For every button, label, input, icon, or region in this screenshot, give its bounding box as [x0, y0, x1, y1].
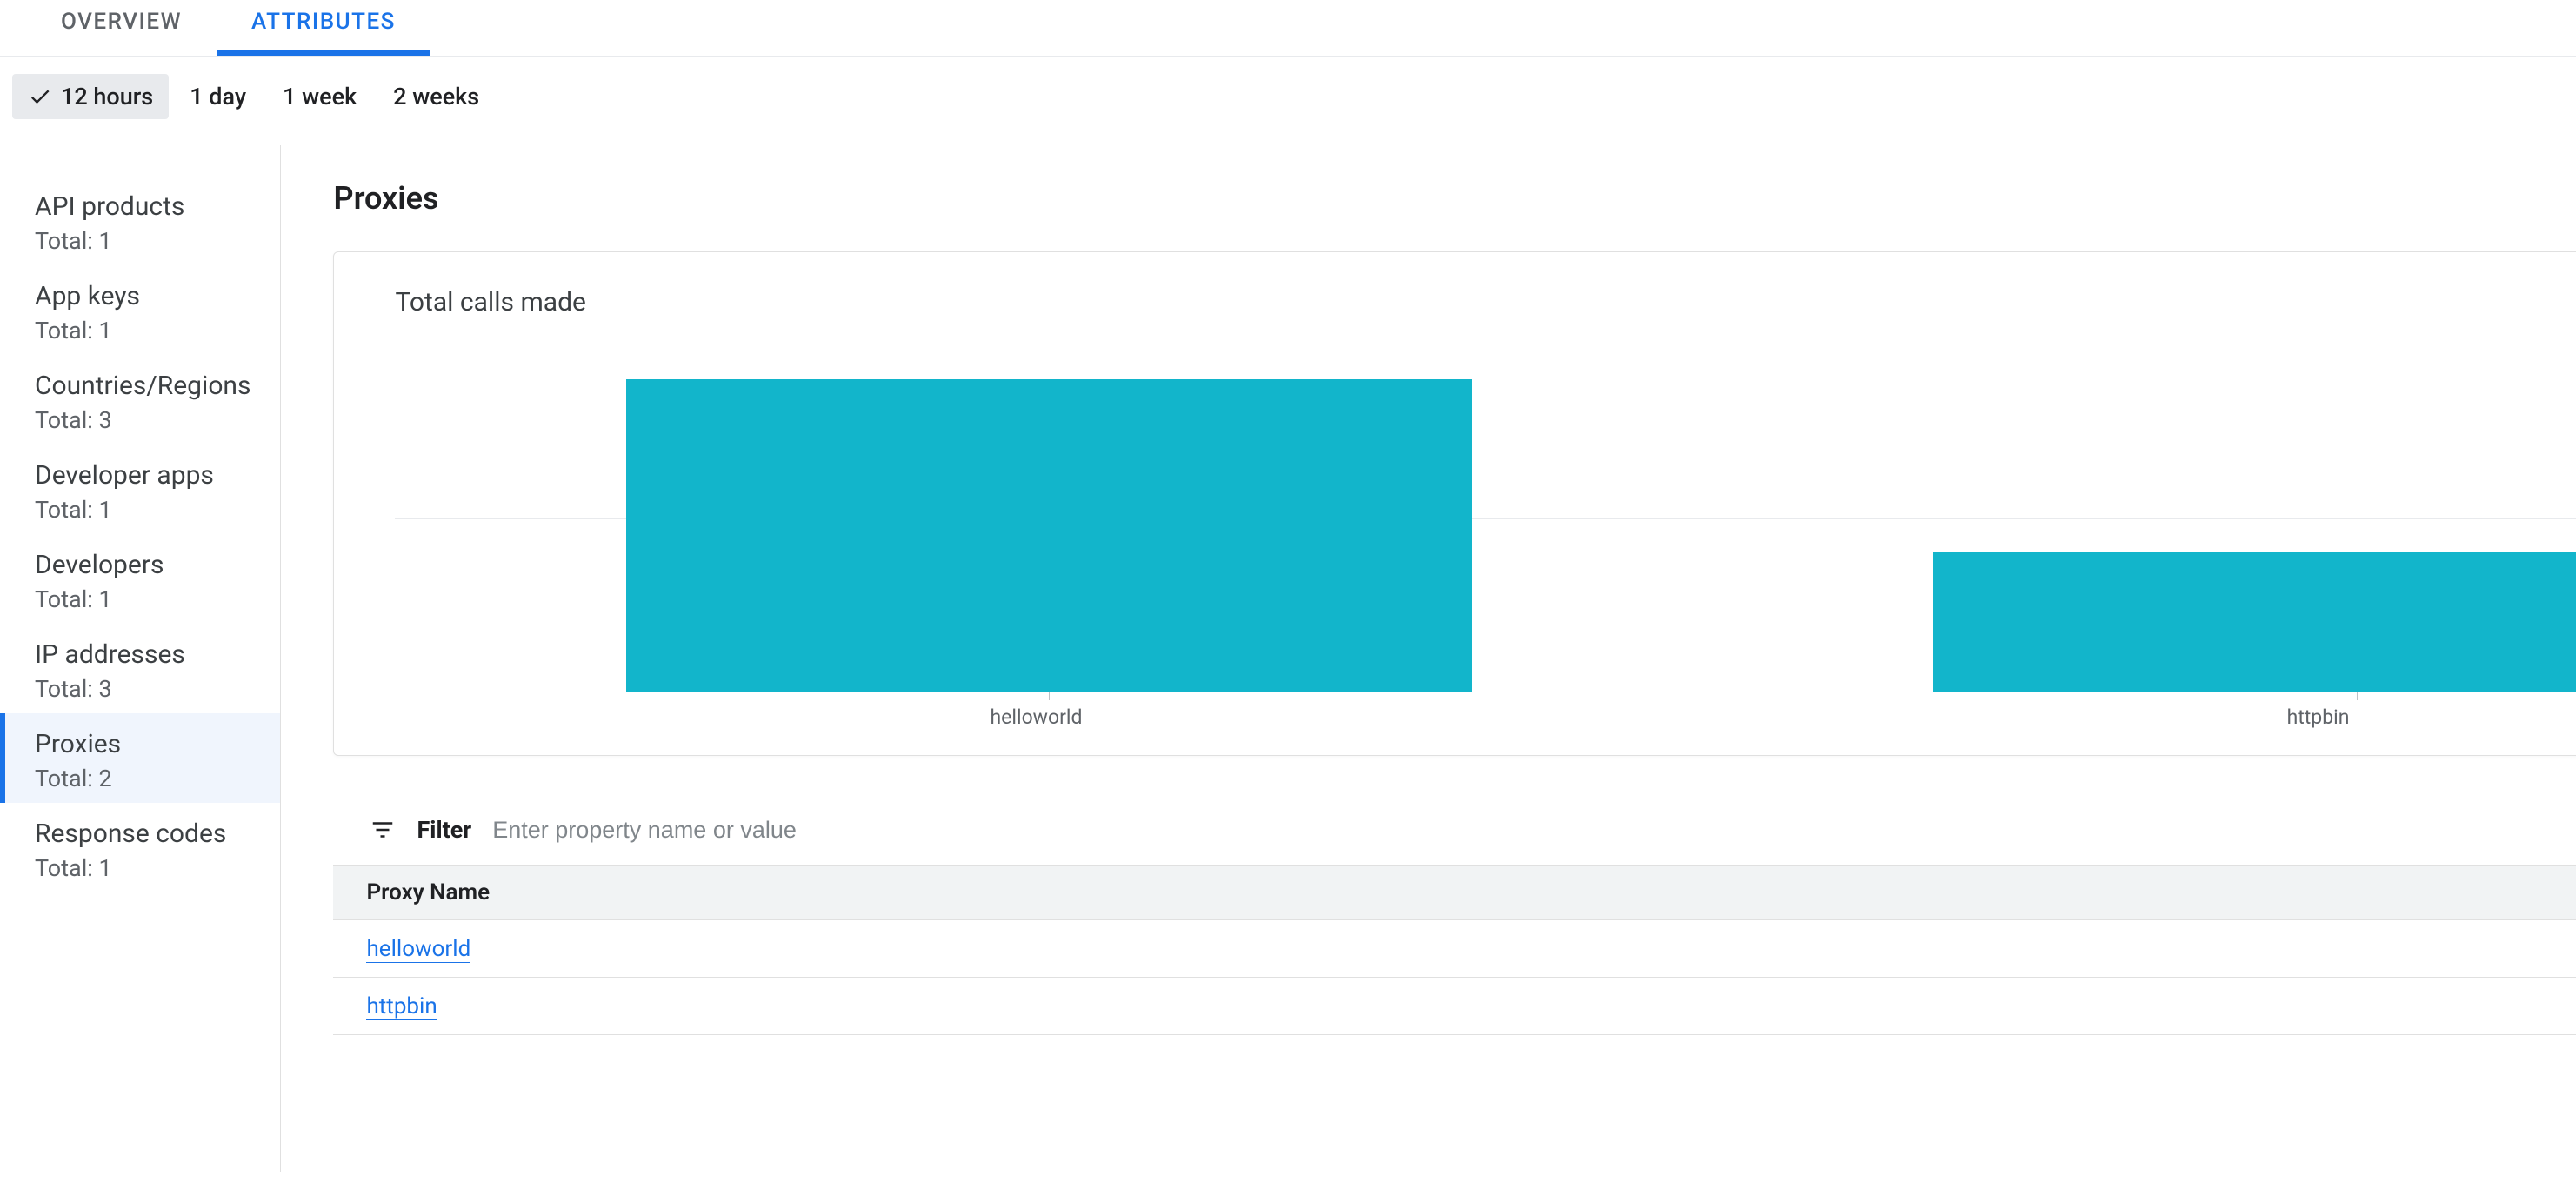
check-icon: [28, 84, 52, 109]
sidebar-item-label: Countries/Regions: [35, 371, 250, 401]
sidebar-item-sub: Total: 3: [35, 406, 250, 434]
chart-card: Total calls made 10 5: [333, 251, 2576, 756]
proxy-table: Proxy Name Total action calls made hello…: [333, 865, 2576, 1035]
sidebar-item-sub: Total: 3: [35, 675, 250, 703]
time-range-2w[interactable]: 2 weeks: [377, 74, 495, 119]
time-range-label: 12 hours: [61, 83, 153, 110]
filter-icon[interactable]: [370, 817, 396, 843]
sidebar-item-sub: Total: 1: [35, 317, 250, 344]
tab-overview[interactable]: OVERVIEW: [26, 0, 217, 56]
time-range-12h[interactable]: 12 hours: [12, 74, 169, 119]
sidebar-item-sub: Total: 1: [35, 496, 250, 524]
sidebar-item-label: Response codes: [35, 819, 250, 849]
sidebar-item-sub: Total: 1: [35, 585, 250, 613]
sidebar-item-countries[interactable]: Countries/Regions Total: 3: [0, 355, 280, 444]
sidebar-item-response-codes[interactable]: Response codes Total: 1: [0, 803, 280, 892]
sidebar-item-sub: Total: 2: [35, 765, 250, 792]
filter-input[interactable]: [492, 817, 2576, 844]
sidebar-item-label: IP addresses: [35, 639, 250, 670]
x-label: httpbin: [1677, 705, 2576, 729]
table-row: httpbin 4: [333, 978, 2576, 1035]
sidebar-item-label: Developer apps: [35, 460, 250, 491]
bar-helloworld[interactable]: [626, 379, 1472, 692]
sidebar-item-app-keys[interactable]: App keys Total: 1: [0, 265, 280, 355]
proxy-link[interactable]: helloworld: [366, 936, 470, 963]
sidebar-item-developers[interactable]: Developers Total: 1: [0, 534, 280, 624]
sidebar-item-proxies[interactable]: Proxies Total: 2: [0, 713, 280, 803]
col-proxy-name[interactable]: Proxy Name: [366, 879, 490, 906]
bar-chart: [395, 344, 2576, 692]
time-range-1d[interactable]: 1 day: [174, 74, 262, 119]
filter-label: Filter: [417, 816, 471, 844]
attribute-sidebar: API products Total: 1 App keys Total: 1 …: [0, 145, 281, 1172]
x-label: helloworld: [395, 705, 1677, 729]
sidebar-item-sub: Total: 1: [35, 854, 250, 882]
proxy-link[interactable]: httpbin: [366, 993, 437, 1020]
sidebar-item-developer-apps[interactable]: Developer apps Total: 1: [0, 444, 280, 534]
chart-title: Total calls made: [395, 287, 585, 317]
sidebar-item-ip-addresses[interactable]: IP addresses Total: 3: [0, 624, 280, 713]
tab-attributes[interactable]: ATTRIBUTES: [217, 0, 430, 56]
sidebar-item-label: Developers: [35, 550, 250, 580]
time-range-1w[interactable]: 1 week: [267, 74, 372, 119]
time-range-selector: 12 hours 1 day 1 week 2 weeks: [0, 57, 2576, 145]
sidebar-item-sub: Total: 1: [35, 227, 250, 255]
table-row: helloworld 9: [333, 920, 2576, 978]
filter-row: Filter ?: [333, 756, 2576, 865]
sidebar-item-label: API products: [35, 191, 250, 222]
page-title: Proxies: [333, 180, 2576, 217]
sidebar-item-label: Proxies: [35, 729, 250, 759]
bar-httpbin[interactable]: [1933, 552, 2576, 692]
sidebar-item-api-products[interactable]: API products Total: 1: [0, 176, 280, 265]
sidebar-item-label: App keys: [35, 281, 250, 311]
